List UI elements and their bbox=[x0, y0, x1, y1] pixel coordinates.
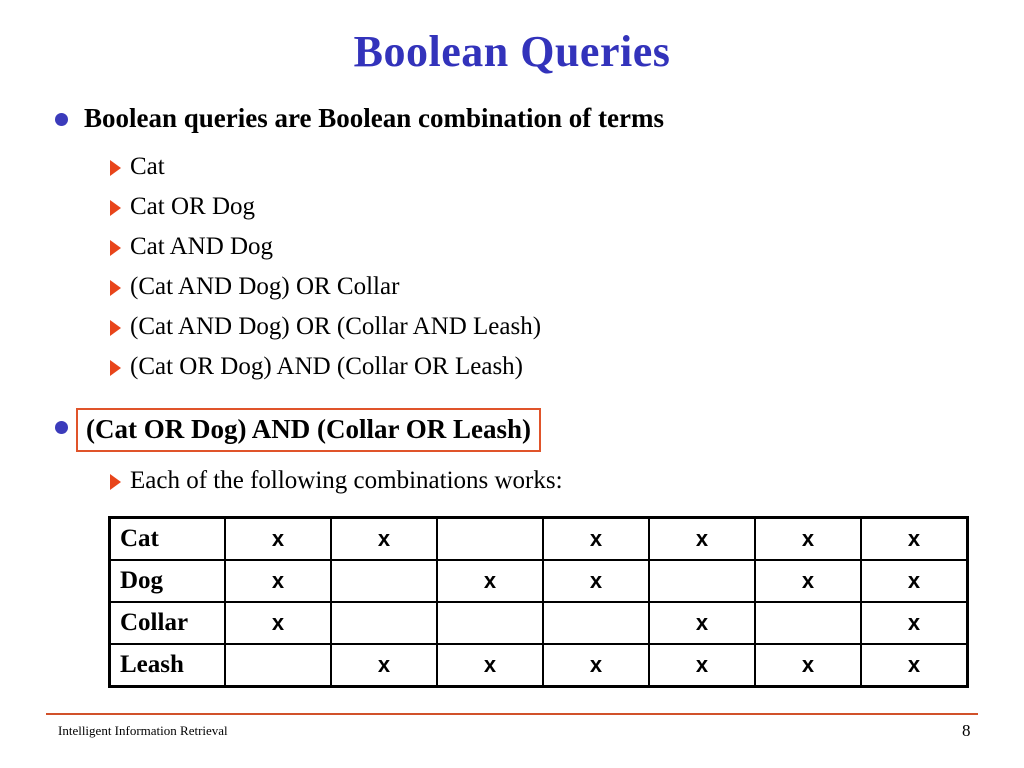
table-cell: x bbox=[224, 559, 332, 603]
table-row-label-cat: Cat bbox=[108, 516, 226, 561]
slide-body: Boolean queries are Boolean combination … bbox=[0, 100, 1024, 504]
table-cell bbox=[330, 601, 438, 645]
table-cell: x bbox=[542, 516, 650, 561]
footer-divider bbox=[46, 713, 978, 715]
table-row: Dog x x x x x bbox=[108, 559, 969, 603]
combination-table-container: Cat x x x x x x Dog x x x x x Collar x x… bbox=[108, 516, 969, 688]
table-cell: x bbox=[860, 643, 969, 688]
table-cell bbox=[436, 601, 544, 645]
table-row-label-dog: Dog bbox=[108, 559, 226, 603]
table-row: Leash x x x x x x bbox=[108, 643, 969, 688]
sub-bullet-item-cat-and-dog-or-collar-and-leash: (Cat AND Dog) OR (Collar AND Leash) bbox=[0, 310, 1024, 350]
table-cell: x bbox=[754, 559, 862, 603]
page-number: 8 bbox=[962, 721, 971, 740]
sub-bullet-label: Cat bbox=[130, 153, 165, 180]
table-row-label-leash: Leash bbox=[108, 643, 226, 688]
table-cell: x bbox=[436, 559, 544, 603]
table-cell: x bbox=[754, 643, 862, 688]
table-cell: x bbox=[330, 516, 438, 561]
sub-bullet-item-cat-and-dog: Cat AND Dog bbox=[0, 230, 1024, 270]
triangle-marker-icon bbox=[110, 160, 121, 176]
bullet-item-highlighted-query: (Cat OR Dog) AND (Collar OR Leash) bbox=[0, 408, 1024, 452]
table-cell bbox=[648, 559, 756, 603]
table-cell: x bbox=[542, 559, 650, 603]
table-cell: x bbox=[860, 516, 969, 561]
triangle-marker-icon bbox=[110, 474, 121, 490]
table-cell bbox=[330, 559, 438, 603]
bullet-item-boolean-combination: Boolean queries are Boolean combination … bbox=[0, 100, 1024, 138]
bullet-label-boolean-combination: Boolean queries are Boolean combination … bbox=[84, 103, 664, 133]
table-cell: x bbox=[224, 516, 332, 561]
sub-bullet-label: Cat OR Dog bbox=[130, 193, 255, 220]
table-cell: x bbox=[542, 643, 650, 688]
sub-bullet-item-combinations-note: Each of the following combinations works… bbox=[0, 464, 1024, 504]
table-cell bbox=[542, 601, 650, 645]
sub-bullet-item-cat: Cat bbox=[0, 150, 1024, 190]
table-cell: x bbox=[436, 643, 544, 688]
sub-bullet-item-cat-and-dog-or-collar: (Cat AND Dog) OR Collar bbox=[0, 270, 1024, 310]
table-cell: x bbox=[648, 516, 756, 561]
table-row: Cat x x x x x x bbox=[108, 516, 969, 561]
table-row: Collar x x x bbox=[108, 601, 969, 645]
sub-bullet-label: (Cat OR Dog) AND (Collar OR Leash) bbox=[130, 353, 523, 380]
table-row-label-collar: Collar bbox=[108, 601, 226, 645]
sub-bullet-label: Cat AND Dog bbox=[130, 233, 274, 260]
table-cell: x bbox=[648, 643, 756, 688]
table-cell bbox=[436, 516, 544, 561]
triangle-marker-icon bbox=[110, 200, 121, 216]
sub-bullet-item-cat-or-dog-and-collar-or-leash: (Cat OR Dog) AND (Collar OR Leash) bbox=[0, 350, 1024, 390]
table-cell: x bbox=[860, 559, 969, 603]
table-cell: x bbox=[754, 516, 862, 561]
page-title: Boolean Queries bbox=[353, 27, 671, 76]
table-cell bbox=[754, 601, 862, 645]
table-cell: x bbox=[648, 601, 756, 645]
table-cell bbox=[224, 643, 332, 688]
combination-table: Cat x x x x x x Dog x x x x x Collar x x… bbox=[108, 516, 969, 688]
table-cell: x bbox=[224, 601, 332, 645]
bullet-dot-icon bbox=[55, 421, 68, 434]
sub-bullet-label: (Cat AND Dog) OR Collar bbox=[130, 273, 400, 300]
sub-bullet-label: Each of the following combinations works… bbox=[130, 467, 563, 494]
table-cell: x bbox=[330, 643, 438, 688]
triangle-marker-icon bbox=[110, 360, 121, 376]
highlighted-query-box: (Cat OR Dog) AND (Collar OR Leash) bbox=[76, 408, 541, 452]
triangle-marker-icon bbox=[110, 280, 121, 296]
bullet-dot-icon bbox=[55, 113, 68, 126]
footer-label: Intelligent Information Retrieval bbox=[58, 723, 228, 738]
sub-bullet-label: (Cat AND Dog) OR (Collar AND Leash) bbox=[130, 313, 542, 340]
triangle-marker-icon bbox=[110, 320, 121, 336]
triangle-marker-icon bbox=[110, 240, 121, 256]
sub-bullet-item-cat-or-dog: Cat OR Dog bbox=[0, 190, 1024, 230]
table-cell: x bbox=[860, 601, 969, 645]
